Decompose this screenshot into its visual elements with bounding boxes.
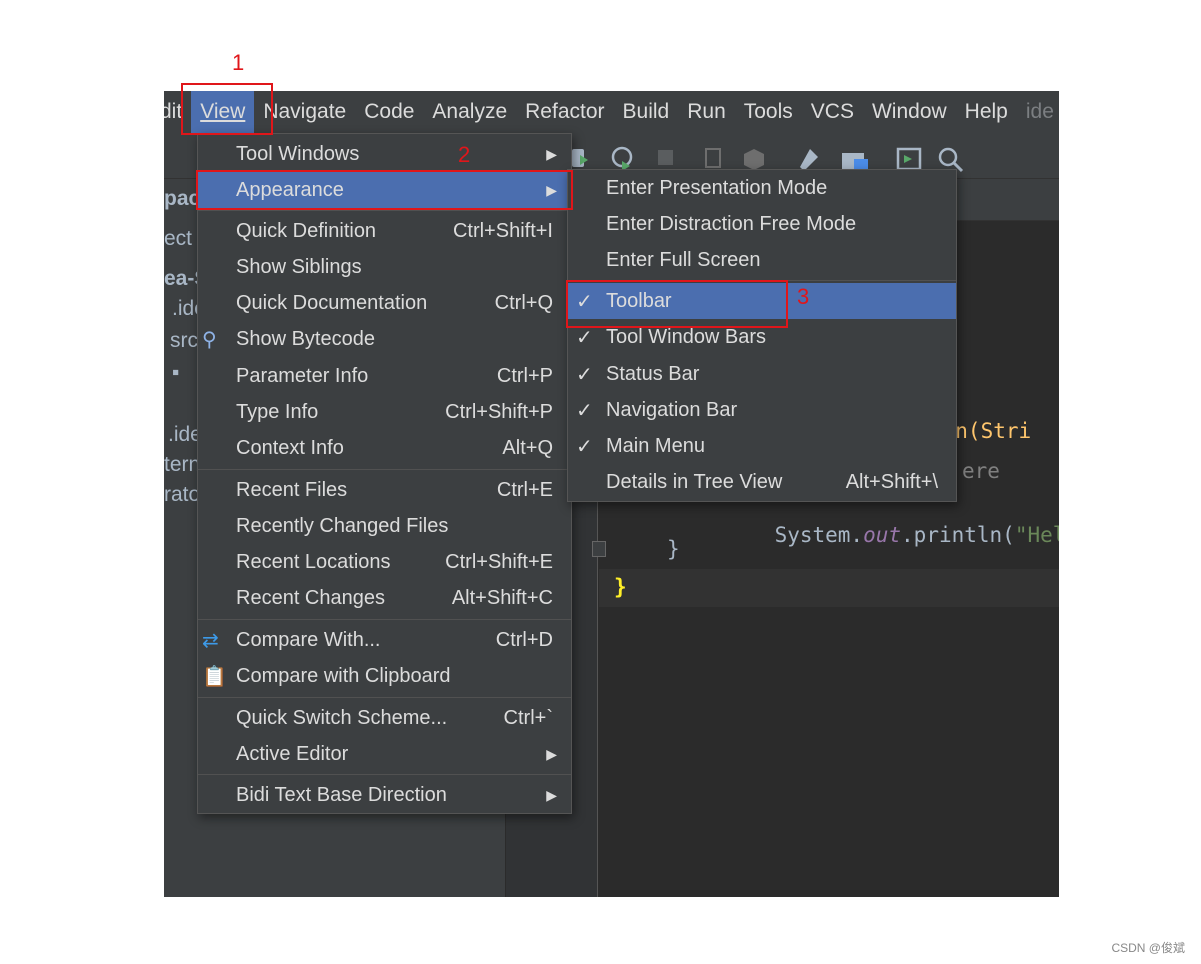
- annotation-number-2: 2: [458, 142, 471, 167]
- code-println-line: System.out.println("Hell: [724, 499, 1059, 571]
- menu-separator: [198, 774, 571, 775]
- folder-icon: ▪: [172, 361, 180, 384]
- code-close-brace-outer: }: [614, 575, 627, 599]
- watermark: CSDN @俊斌: [1111, 941, 1185, 955]
- code-println: .println(: [901, 523, 1015, 547]
- menu-distraction-free-mode[interactable]: Enter Distraction Free Mode: [568, 206, 956, 242]
- menu-status-bar-toggle[interactable]: ✓ Status Bar: [568, 356, 956, 392]
- project-view-label[interactable]: ect: [164, 227, 192, 251]
- checkmark-icon: ✓: [576, 435, 593, 458]
- menu-show-bytecode[interactable]: ⚲ Show Bytecode: [198, 321, 571, 357]
- checkmark-icon: ✓: [576, 326, 593, 349]
- menu-recently-changed-files[interactable]: Recently Changed Files: [198, 508, 571, 544]
- menu-type-info[interactable]: Type Info Ctrl+Shift+P: [198, 394, 571, 430]
- submenu-arrow-icon: ▶: [546, 786, 557, 803]
- code-comment: ere: [962, 459, 1000, 483]
- menu-parameter-info[interactable]: Parameter Info Ctrl+P: [198, 358, 571, 394]
- menu-separator: [198, 210, 571, 211]
- settings-wrench-icon[interactable]: [800, 149, 818, 171]
- menu-recent-changes[interactable]: Recent Changes Alt+Shift+C: [198, 580, 571, 616]
- menu-analyze[interactable]: Analyze: [423, 91, 516, 133]
- project-tab-label[interactable]: pac: [164, 187, 200, 211]
- annotation-box-view: [181, 83, 273, 135]
- menu-quick-definition[interactable]: Quick Definition Ctrl+Shift+I: [198, 213, 571, 249]
- build-artifact-icon[interactable]: [705, 148, 721, 168]
- menu-show-siblings[interactable]: Show Siblings: [198, 249, 571, 285]
- menu-presentation-mode[interactable]: Enter Presentation Mode: [568, 170, 956, 206]
- menu-run[interactable]: Run: [678, 91, 735, 133]
- fold-marker-icon[interactable]: [592, 541, 606, 557]
- menu-window[interactable]: Window: [863, 91, 956, 133]
- menu-quick-switch-scheme[interactable]: Quick Switch Scheme... Ctrl+`: [198, 700, 571, 736]
- menu-bidi-text-direction[interactable]: Bidi Text Base Direction ▶: [198, 777, 571, 813]
- menu-separator: [198, 469, 571, 470]
- menu-recent-locations[interactable]: Recent Locations Ctrl+Shift+E: [198, 544, 571, 580]
- menu-active-editor[interactable]: Active Editor ▶: [198, 736, 571, 772]
- menu-compare-clipboard[interactable]: 📋 Compare with Clipboard: [198, 658, 571, 694]
- window-title: ide: [1025, 100, 1054, 123]
- appearance-submenu: Enter Presentation Mode Enter Distractio…: [567, 169, 957, 502]
- annotation-number-1: 1: [232, 50, 245, 75]
- stop-icon[interactable]: [658, 150, 673, 165]
- menu-navigation-bar-toggle[interactable]: ✓ Navigation Bar: [568, 392, 956, 428]
- menu-full-screen[interactable]: Enter Full Screen: [568, 242, 956, 278]
- code-system: System.: [774, 523, 864, 547]
- submenu-arrow-icon: ▶: [546, 145, 557, 162]
- menu-help[interactable]: Help: [956, 91, 1017, 133]
- menu-tool-windows[interactable]: Tool Windows ▶: [198, 136, 571, 172]
- code-out: out: [863, 523, 902, 547]
- caret-row-highlight: [599, 569, 1059, 607]
- annotation-box-appearance: [196, 170, 573, 210]
- module-icon[interactable]: [744, 149, 764, 170]
- profile-icon[interactable]: [611, 146, 633, 171]
- compare-arrows-icon: ⇄: [202, 629, 219, 652]
- bytecode-search-icon: ⚲: [202, 328, 217, 351]
- view-menu-dropdown: Tool Windows ▶ Appearance ▶ Quick Definiti…: [197, 133, 572, 814]
- menu-compare-with[interactable]: ⇄ Compare With... Ctrl+D: [198, 622, 571, 658]
- menu-tools[interactable]: Tools: [735, 91, 802, 133]
- menu-vcs[interactable]: VCS: [802, 91, 863, 133]
- run-coverage-icon[interactable]: [572, 149, 588, 167]
- code-close-brace-inner: }: [667, 537, 680, 561]
- search-icon[interactable]: [938, 147, 964, 173]
- external-libraries-item[interactable]: tern: [164, 453, 200, 477]
- menu-main-menu-toggle[interactable]: ✓ Main Menu: [568, 428, 956, 464]
- menu-separator: [198, 697, 571, 698]
- main-menu-bar: dit View Navigate Code Analyze Refactor …: [164, 91, 1059, 133]
- clipboard-compare-icon: 📋: [202, 665, 227, 688]
- checkmark-icon: ✓: [576, 399, 593, 422]
- scratches-item[interactable]: rato: [164, 483, 200, 507]
- menu-refactor[interactable]: Refactor: [516, 91, 613, 133]
- menu-context-info[interactable]: Context Info Alt+Q: [198, 430, 571, 466]
- menu-recent-files[interactable]: Recent Files Ctrl+E: [198, 472, 571, 508]
- submenu-arrow-icon: ▶: [546, 745, 557, 762]
- src-folder-item[interactable]: src: [170, 329, 198, 353]
- menu-quick-documentation[interactable]: Quick Documentation Ctrl+Q: [198, 285, 571, 321]
- code-string: "Hell: [1014, 523, 1059, 547]
- menu-separator: [198, 619, 571, 620]
- annotation-box-toolbar: [566, 280, 788, 328]
- checkmark-icon: ✓: [576, 363, 593, 386]
- terminal-icon[interactable]: [896, 147, 922, 171]
- menu-build[interactable]: Build: [614, 91, 679, 133]
- annotation-number-3: 3: [797, 284, 810, 309]
- menu-code[interactable]: Code: [355, 91, 423, 133]
- menu-details-tree-view[interactable]: Details in Tree View Alt+Shift+\: [568, 464, 956, 500]
